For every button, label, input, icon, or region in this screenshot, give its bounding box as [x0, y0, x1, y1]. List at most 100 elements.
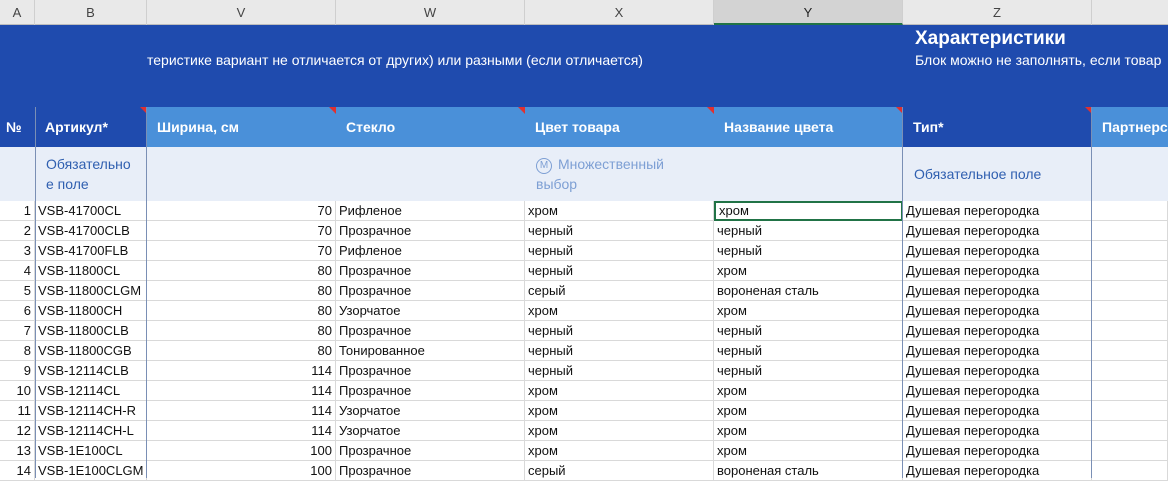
- header-color-name[interactable]: Название цвета: [714, 107, 903, 147]
- cell-type[interactable]: Душевая перегородка: [903, 381, 1092, 401]
- cell-color-name[interactable]: хром: [714, 301, 903, 321]
- cell-article[interactable]: VSB-41700CL: [35, 201, 147, 221]
- row-number[interactable]: 5: [0, 281, 35, 301]
- cell-article[interactable]: VSB-11800CH: [35, 301, 147, 321]
- cell-glass[interactable]: Прозрачное: [336, 381, 525, 401]
- row-number[interactable]: 14: [0, 461, 35, 481]
- cell-article[interactable]: VSB-1E100CL: [35, 441, 147, 461]
- cell-partner[interactable]: [1092, 381, 1168, 401]
- column-header-next[interactable]: [1092, 0, 1168, 25]
- cell-color-name[interactable]: хром: [714, 261, 903, 281]
- cell-color-name[interactable]: вороненая сталь: [714, 461, 903, 481]
- row-number[interactable]: 11: [0, 401, 35, 421]
- row-number[interactable]: 9: [0, 361, 35, 381]
- note-article-required[interactable]: Обязательно е поле: [35, 147, 147, 201]
- cell-width[interactable]: 80: [147, 301, 336, 321]
- cell-article[interactable]: VSB-1E100CLGM: [35, 461, 147, 481]
- cell-color[interactable]: черный: [525, 321, 714, 341]
- cell-type[interactable]: Душевая перегородка: [903, 221, 1092, 241]
- row-number[interactable]: 1: [0, 201, 35, 221]
- cell-width[interactable]: 80: [147, 341, 336, 361]
- cell-article[interactable]: VSB-12114CL: [35, 381, 147, 401]
- cell-color[interactable]: хром: [525, 401, 714, 421]
- cell-type[interactable]: Душевая перегородка: [903, 441, 1092, 461]
- cell-glass[interactable]: Прозрачное: [336, 441, 525, 461]
- cell-partner[interactable]: [1092, 201, 1168, 221]
- cell-color-name[interactable]: черный: [714, 341, 903, 361]
- row-number[interactable]: 6: [0, 301, 35, 321]
- cell-glass[interactable]: Прозрачное: [336, 281, 525, 301]
- cell-color[interactable]: серый: [525, 281, 714, 301]
- cell-type[interactable]: Душевая перегородка: [903, 341, 1092, 361]
- header-number[interactable]: №: [0, 107, 35, 147]
- row-number[interactable]: 13: [0, 441, 35, 461]
- cell-partner[interactable]: [1092, 401, 1168, 421]
- row-number[interactable]: 8: [0, 341, 35, 361]
- cell-color-name[interactable]: хром: [714, 201, 903, 221]
- cell-width[interactable]: 114: [147, 361, 336, 381]
- cell-type[interactable]: Душевая перегородка: [903, 361, 1092, 381]
- cell-width[interactable]: 70: [147, 221, 336, 241]
- cell-glass[interactable]: Тонированное: [336, 341, 525, 361]
- cell-article[interactable]: VSB-12114CH-R: [35, 401, 147, 421]
- cell-partner[interactable]: [1092, 321, 1168, 341]
- cell-color[interactable]: хром: [525, 441, 714, 461]
- cell-color[interactable]: серый: [525, 461, 714, 481]
- column-header-b[interactable]: B: [35, 0, 147, 25]
- cell-width[interactable]: 100: [147, 441, 336, 461]
- header-glass[interactable]: Стекло: [336, 107, 525, 147]
- cell-partner[interactable]: [1092, 281, 1168, 301]
- cell-width[interactable]: 100: [147, 461, 336, 481]
- note-type-required[interactable]: Обязательное поле: [903, 147, 1092, 201]
- cell-type[interactable]: Душевая перегородка: [903, 421, 1092, 441]
- header-color[interactable]: Цвет товара: [525, 107, 714, 147]
- cell-article[interactable]: VSB-11800CLB: [35, 321, 147, 341]
- cell-glass[interactable]: Прозрачное: [336, 361, 525, 381]
- cell-glass[interactable]: Узорчатое: [336, 401, 525, 421]
- cell-color-name[interactable]: хром: [714, 401, 903, 421]
- cell-color[interactable]: черный: [525, 241, 714, 261]
- cell-color-name[interactable]: черный: [714, 361, 903, 381]
- cell-color[interactable]: черный: [525, 361, 714, 381]
- cell-color-name[interactable]: хром: [714, 441, 903, 461]
- cell-glass[interactable]: Узорчатое: [336, 301, 525, 321]
- column-header-w[interactable]: W: [336, 0, 525, 25]
- cell-glass[interactable]: Рифленое: [336, 201, 525, 221]
- cell-partner[interactable]: [1092, 461, 1168, 481]
- row-number[interactable]: 7: [0, 321, 35, 341]
- cell-partner[interactable]: [1092, 301, 1168, 321]
- cell-type[interactable]: Душевая перегородка: [903, 461, 1092, 481]
- header-article[interactable]: Артикул*: [35, 107, 147, 147]
- cell-partner[interactable]: [1092, 341, 1168, 361]
- cell-glass[interactable]: Рифленое: [336, 241, 525, 261]
- cell-color[interactable]: хром: [525, 381, 714, 401]
- cell-type[interactable]: Душевая перегородка: [903, 241, 1092, 261]
- cell-type[interactable]: Душевая перегородка: [903, 281, 1092, 301]
- row-number[interactable]: 3: [0, 241, 35, 261]
- cell-partner[interactable]: [1092, 361, 1168, 381]
- header-partner[interactable]: Партнерс: [1092, 107, 1168, 147]
- cell-color[interactable]: черный: [525, 261, 714, 281]
- row-number[interactable]: 4: [0, 261, 35, 281]
- cell-color-name[interactable]: черный: [714, 241, 903, 261]
- cell-type[interactable]: Душевая перегородка: [903, 261, 1092, 281]
- column-header-v[interactable]: V: [147, 0, 336, 25]
- cell-color-name[interactable]: черный: [714, 221, 903, 241]
- cell-article[interactable]: VSB-11800CLGM: [35, 281, 147, 301]
- cell-color-name[interactable]: хром: [714, 381, 903, 401]
- cell-color-name[interactable]: вороненая сталь: [714, 281, 903, 301]
- cell-article[interactable]: VSB-41700FLB: [35, 241, 147, 261]
- cell-article[interactable]: VSB-11800CL: [35, 261, 147, 281]
- cell-glass[interactable]: Прозрачное: [336, 221, 525, 241]
- cell-article[interactable]: VSB-41700CLB: [35, 221, 147, 241]
- cell-article[interactable]: VSB-12114CH-L: [35, 421, 147, 441]
- column-header-z[interactable]: Z: [903, 0, 1092, 25]
- cell-color-name[interactable]: черный: [714, 321, 903, 341]
- column-header-x[interactable]: X: [525, 0, 714, 25]
- cell-partner[interactable]: [1092, 241, 1168, 261]
- cell-width[interactable]: 70: [147, 241, 336, 261]
- cell-glass[interactable]: Прозрачное: [336, 261, 525, 281]
- cell-partner[interactable]: [1092, 221, 1168, 241]
- cell-type[interactable]: Душевая перегородка: [903, 321, 1092, 341]
- cell-partner[interactable]: [1092, 261, 1168, 281]
